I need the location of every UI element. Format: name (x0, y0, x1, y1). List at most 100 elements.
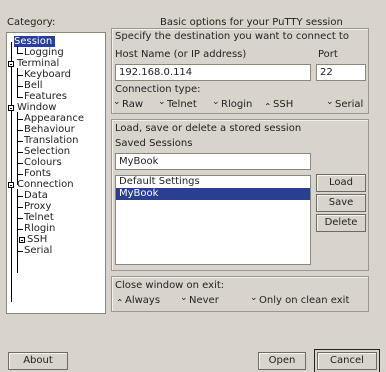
tree-item-label: Session (14, 36, 53, 47)
tree-item-fonts[interactable]: Fonts (24, 168, 51, 179)
tree-line (17, 218, 23, 219)
tree-item-label: Telnet (24, 212, 54, 223)
session-item-default[interactable]: Default Settings (116, 176, 310, 188)
tree-item-label: Fonts (24, 168, 51, 179)
tree-item-bell[interactable]: Bell (24, 80, 43, 91)
tree-item-translation[interactable]: Translation (24, 135, 79, 146)
tree-item-colours[interactable]: Colours (24, 157, 62, 168)
tree-line (17, 207, 23, 208)
load-button[interactable]: Load (316, 174, 366, 192)
radio-icon (113, 97, 121, 107)
collapse-toggle-icon[interactable] (8, 105, 14, 111)
tree-item-label: Rlogin (24, 223, 56, 234)
cancel-button[interactable]: Cancel (314, 349, 380, 372)
tree-line (17, 97, 23, 98)
tree-line (17, 229, 23, 230)
sessions-list[interactable]: Default Settings MyBook (115, 175, 311, 265)
tree-line (17, 152, 23, 153)
radio-rlogin[interactable]: Rlogin (212, 97, 252, 110)
host-name-label: Host Name (or IP address) (115, 49, 246, 60)
radio-never[interactable]: Never (180, 293, 219, 306)
tree-line (17, 68, 18, 97)
tree-item-label: Terminal (17, 58, 60, 69)
radio-label: Raw (122, 99, 144, 110)
tree-item-terminal[interactable]: Terminal (17, 58, 59, 69)
saved-session-input[interactable]: MyBook (115, 153, 311, 170)
collapse-toggle-icon[interactable] (19, 237, 25, 243)
tree-item-label: Bell (24, 80, 43, 91)
open-button[interactable]: Open (258, 352, 306, 370)
tree-item-label: Colours (24, 157, 62, 168)
tree-item-proxy[interactable]: Proxy (24, 201, 51, 212)
tree-item-keyboard[interactable]: Keyboard (24, 69, 71, 80)
save-button[interactable]: Save (316, 194, 366, 212)
category-tree[interactable]: Session Logging Terminal Keyboard Bell F… (6, 32, 106, 314)
radio-selected-icon (116, 297, 122, 302)
tree-item-label: Serial (24, 245, 53, 256)
radio-serial[interactable]: Serial (326, 97, 363, 110)
tree-line (17, 130, 23, 131)
radio-icon (250, 293, 258, 303)
tree-item-label: SSH (27, 234, 48, 245)
tree-item-label: Connection (17, 179, 74, 190)
tree-item-window[interactable]: Window (17, 102, 56, 113)
delete-button[interactable]: Delete (316, 214, 366, 232)
radio-label: Telnet (167, 99, 197, 110)
tree-line (17, 189, 18, 273)
tree-item-label: Features (24, 91, 67, 102)
tree-item-connection[interactable]: Connection (17, 179, 74, 190)
tree-item-label: Behaviour (24, 124, 75, 135)
radio-icon (326, 97, 334, 107)
sessions-heading: Load, save or delete a stored session (115, 123, 302, 134)
tree-item-rlogin[interactable]: Rlogin (24, 223, 55, 234)
tree-item-telnet[interactable]: Telnet (24, 212, 54, 223)
host-name-input[interactable]: 192.168.0.114 (115, 64, 311, 81)
radio-ssh[interactable]: SSH (264, 99, 293, 110)
radio-selected-icon (264, 101, 270, 106)
tree-item-appearance[interactable]: Appearance (24, 113, 84, 124)
tree-item-ssh[interactable]: SSH (27, 234, 47, 245)
saved-sessions-label: Saved Sessions (115, 138, 193, 149)
tree-line (17, 86, 23, 87)
tree-item-session[interactable]: Session (14, 36, 56, 47)
radio-label: Never (189, 295, 219, 306)
tree-item-label: Selection (24, 146, 71, 157)
tree-item-data[interactable]: Data (24, 190, 48, 201)
tree-item-label: Logging (24, 47, 64, 58)
tree-item-behaviour[interactable]: Behaviour (24, 124, 75, 135)
tree-item-features[interactable]: Features (24, 91, 67, 102)
collapse-toggle-icon[interactable] (8, 182, 14, 188)
tree-item-label: Translation (24, 135, 79, 146)
radio-icon (180, 293, 188, 303)
radio-raw[interactable]: Raw (113, 97, 144, 110)
tree-line (17, 251, 23, 252)
tree-item-label: Appearance (24, 113, 85, 124)
tree-item-logging[interactable]: Logging (24, 47, 64, 58)
about-button[interactable]: About (8, 352, 68, 370)
radio-icon (212, 97, 220, 107)
tree-line (17, 141, 23, 142)
tree-line (17, 174, 23, 175)
radio-telnet[interactable]: Telnet (158, 97, 197, 110)
tree-item-label: Proxy (24, 201, 52, 212)
host-name-label-text: Host Name (or IP address) (115, 49, 247, 60)
tree-item-selection[interactable]: Selection (24, 146, 70, 157)
category-label: Category: (7, 17, 56, 28)
radio-label: Only on clean exit (259, 295, 350, 306)
port-input[interactable]: 22 (316, 64, 366, 81)
connection-type-label: Connection type: (115, 84, 201, 95)
tree-line (11, 42, 12, 302)
destination-heading: Specify the destination you want to conn… (115, 31, 349, 42)
tree-line (17, 46, 18, 53)
session-item-mybook[interactable]: MyBook (116, 188, 310, 200)
tree-line (17, 75, 23, 76)
port-label: Port (318, 49, 338, 60)
tree-item-label: Window (17, 102, 57, 113)
radio-clean-exit[interactable]: Only on clean exit (250, 293, 350, 306)
radio-always[interactable]: Always (116, 295, 160, 306)
collapse-toggle-icon[interactable] (8, 61, 14, 67)
tree-line (17, 163, 23, 164)
tree-item-serial[interactable]: Serial (24, 245, 52, 256)
tree-line (17, 53, 23, 54)
radio-label: SSH (273, 99, 294, 110)
